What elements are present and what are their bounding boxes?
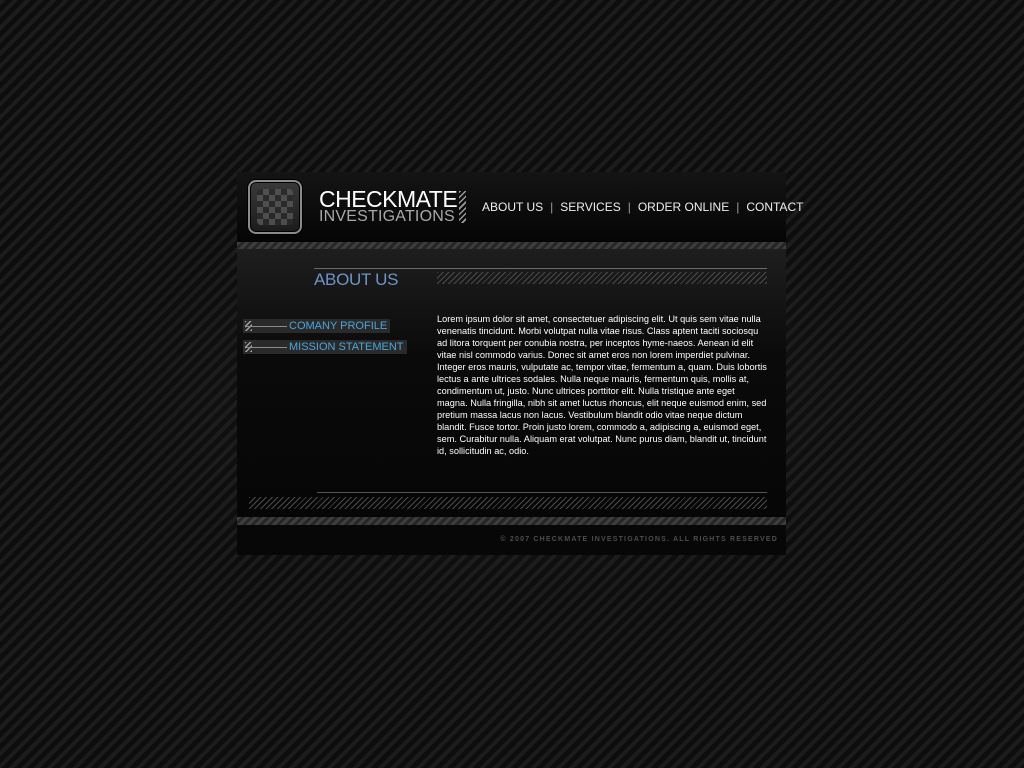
nav-services[interactable]: SERVICES bbox=[560, 200, 620, 214]
sidebar-arrow-icon bbox=[243, 319, 289, 333]
copyright-text: © 2007 CHECKMATE INVESTIGATIONS. ALL RIG… bbox=[500, 536, 778, 543]
hatch-divider-icon bbox=[459, 191, 466, 223]
header-stripe-divider bbox=[237, 242, 786, 249]
nav-separator: | bbox=[550, 200, 554, 214]
sidebar-arrow-icon bbox=[243, 340, 289, 354]
bottom-rule bbox=[317, 492, 767, 493]
page-title: ABOUT US bbox=[314, 270, 399, 289]
nav-separator: | bbox=[736, 200, 740, 214]
sidebar-item-company-profile[interactable]: COMANY PROFILE bbox=[243, 319, 391, 333]
nav-about-us[interactable]: ABOUT US bbox=[482, 200, 543, 214]
title-rule bbox=[314, 268, 767, 269]
sidebar-item-label: MISSION STATEMENT bbox=[289, 341, 404, 353]
site-container: CHECKMATE INVESTIGATIONS ABOUT US | SERV… bbox=[237, 172, 803, 555]
footer: © 2007 CHECKMATE INVESTIGATIONS. ALL RIG… bbox=[237, 525, 786, 555]
main-content: ABOUT US COMANY PROFILE MISSION STATEMEN… bbox=[237, 249, 786, 517]
title-hatch-pattern bbox=[437, 272, 767, 284]
nav-contact[interactable]: CONTACT bbox=[746, 200, 803, 214]
about-body-text: Lorem ipsum dolor sit amet, consectetuer… bbox=[437, 314, 767, 456]
nav-separator: | bbox=[627, 200, 631, 214]
nav-order-online[interactable]: ORDER ONLINE bbox=[638, 200, 729, 214]
main-nav: ABOUT US | SERVICES | ORDER ONLINE | CON… bbox=[482, 199, 803, 215]
checkerboard-logo-icon[interactable] bbox=[248, 180, 302, 234]
brand-subtitle: INVESTIGATIONS bbox=[319, 208, 455, 225]
sidebar-item-mission-statement[interactable]: MISSION STATEMENT bbox=[243, 340, 407, 354]
header: CHECKMATE INVESTIGATIONS ABOUT US | SERV… bbox=[237, 172, 803, 242]
sidebar-item-label: COMANY PROFILE bbox=[289, 320, 388, 332]
logo-checker-pattern bbox=[257, 189, 293, 225]
bottom-hatch-pattern bbox=[249, 497, 767, 509]
footer-stripe-divider bbox=[237, 517, 786, 525]
